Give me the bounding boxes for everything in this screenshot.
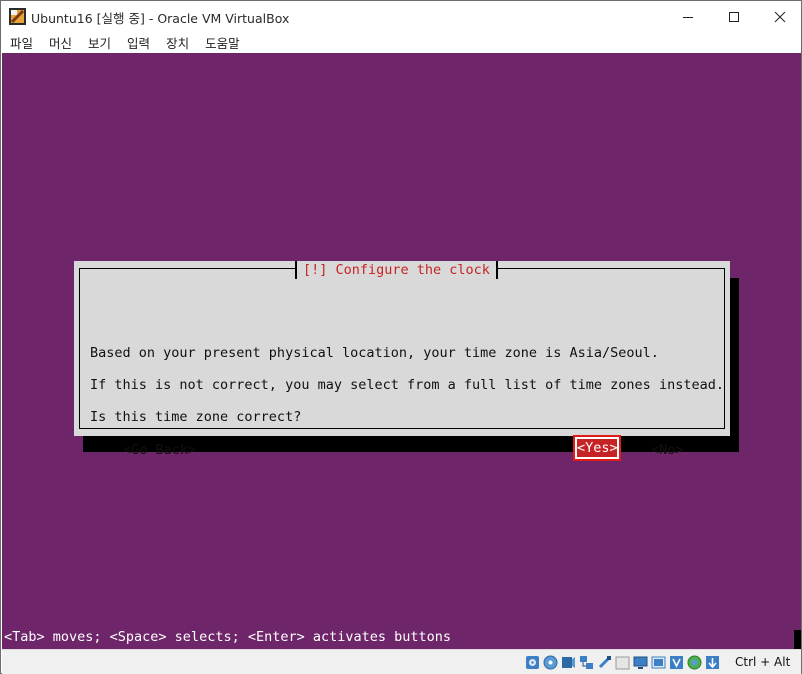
status-bar: Ctrl + Alt	[2, 649, 801, 674]
audio-icon[interactable]	[560, 654, 576, 670]
window-title: Ubuntu16 [실행 중] - Oracle VM VirtualBox	[31, 11, 290, 26]
minimize-icon	[683, 16, 693, 18]
go-back-button[interactable]: <Go Back>	[123, 441, 196, 459]
keyboard-capture-icon[interactable]	[704, 654, 720, 670]
virtualbox-app-icon	[9, 8, 26, 25]
minimize-button[interactable]	[665, 1, 711, 32]
dialog-title: [!] Configure the clock	[295, 261, 498, 279]
display-icon[interactable]	[632, 654, 648, 670]
menu-devices[interactable]: 장치	[166, 33, 189, 52]
usb-icon[interactable]	[596, 654, 612, 670]
status-icons	[524, 654, 722, 670]
dialog-text-not-correct: If this is not correct, you may select f…	[90, 377, 724, 393]
menu-machine[interactable]: 머신	[49, 33, 72, 52]
screen-edge	[794, 630, 801, 649]
menu-input[interactable]: 입력	[127, 33, 150, 52]
network-icon[interactable]	[578, 654, 594, 670]
virtualization-icon[interactable]	[668, 654, 684, 670]
host-key-label: Ctrl + Alt	[735, 655, 791, 669]
yes-button[interactable]: <Yes>	[577, 439, 618, 457]
dialog-text-location: Based on your present physical location,…	[90, 345, 659, 361]
virtualbox-window: Ubuntu16 [실행 중] - Oracle VM VirtualBox 파…	[0, 0, 802, 674]
hard-disk-icon[interactable]	[524, 654, 540, 670]
title-bar: Ubuntu16 [실행 중] - Oracle VM VirtualBox	[1, 1, 801, 32]
vm-display[interactable]: [!] Configure the clock Based on your pr…	[2, 53, 801, 649]
yes-button-highlight[interactable]: <Yes>	[573, 435, 621, 461]
close-button[interactable]	[757, 1, 802, 32]
maximize-button[interactable]	[711, 1, 757, 32]
no-button[interactable]: <No>	[651, 441, 684, 459]
optical-drive-icon[interactable]	[542, 654, 558, 670]
menu-file[interactable]: 파일	[10, 33, 33, 52]
dialog-text-question: Is this time zone correct?	[90, 409, 302, 425]
video-capture-icon[interactable]	[650, 654, 666, 670]
configure-clock-dialog: [!] Configure the clock Based on your pr…	[74, 261, 730, 461]
menu-bar: 파일 머신 보기 입력 장치 도움말	[1, 32, 801, 53]
mouse-integration-icon[interactable]	[686, 654, 702, 670]
maximize-icon	[729, 11, 739, 22]
shared-folder-icon[interactable]	[614, 654, 630, 670]
menu-help[interactable]: 도움말	[205, 33, 240, 52]
close-icon	[774, 11, 786, 22]
installer-help-line: <Tab> moves; <Space> selects; <Enter> ac…	[4, 629, 452, 645]
menu-view[interactable]: 보기	[88, 33, 111, 52]
